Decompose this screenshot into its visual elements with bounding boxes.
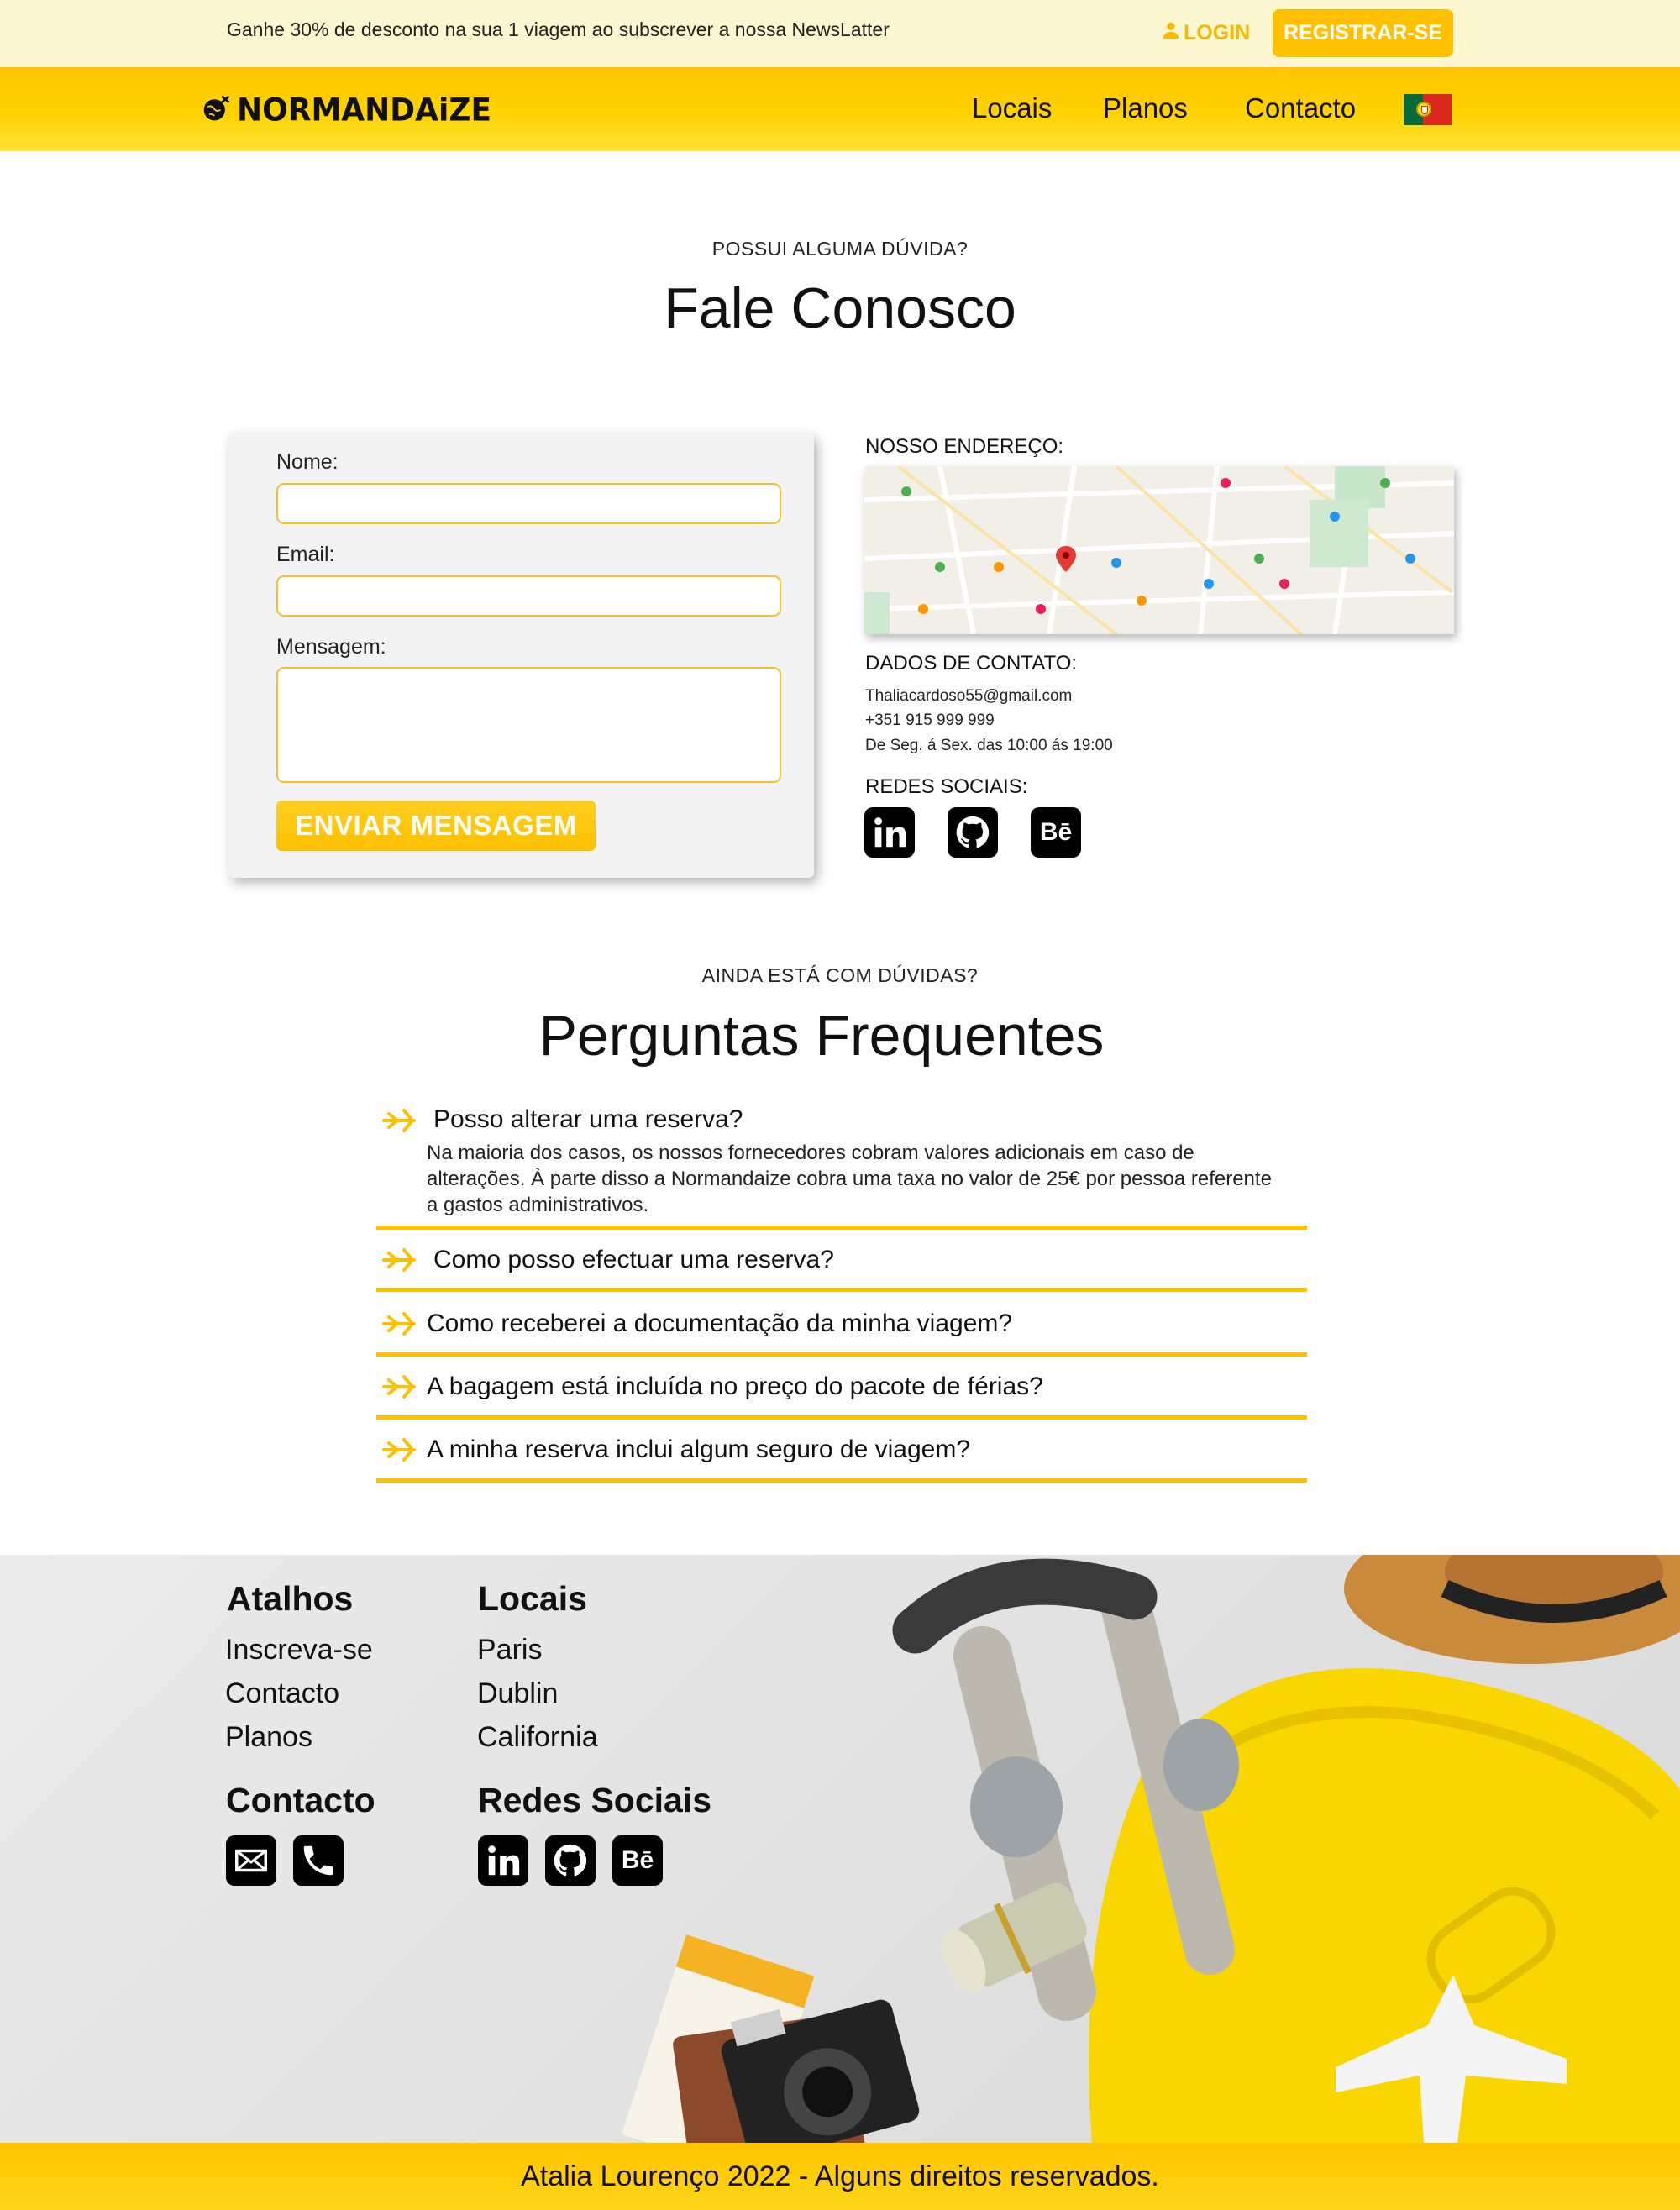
footer-places-title: Locais xyxy=(478,1579,587,1618)
faq-title: Perguntas Frequentes xyxy=(538,1004,1105,1068)
send-message-button[interactable]: ENVIAR MENSAGEM xyxy=(276,801,596,851)
nav-link-planos[interactable]: Planos xyxy=(1103,92,1188,124)
logo-globe-icon xyxy=(202,93,232,128)
contact-title: Fale Conosco xyxy=(664,276,1016,340)
copyright-text: Atalia Lourenço 2022 - Alguns direitos r… xyxy=(521,2160,1159,2192)
address-map[interactable] xyxy=(864,466,1454,634)
logo[interactable]: NORMANDAiZE xyxy=(202,92,492,129)
plane-icon xyxy=(382,1248,416,1272)
faq-divider xyxy=(376,1478,1307,1483)
contact-eyebrow: POSSUI ALGUMA DÚVIDA? xyxy=(711,238,969,260)
plane-icon xyxy=(382,1375,416,1399)
contact-email[interactable]: Thaliacardoso55@gmail.com xyxy=(865,687,1072,706)
linkedin-icon[interactable] xyxy=(478,1835,528,1886)
faq-question[interactable]: Como posso efectuar uma reserva? xyxy=(433,1246,834,1274)
login-link[interactable]: LOGIN xyxy=(1162,21,1250,45)
footer-link-contacto[interactable]: Contacto xyxy=(225,1677,339,1710)
faq-question[interactable]: Posso alterar uma reserva? xyxy=(433,1105,743,1134)
email-field[interactable] xyxy=(276,575,781,617)
faq-question[interactable]: Como receberei a documentação da minha v… xyxy=(427,1310,1012,1338)
behance-icon[interactable]: Bē xyxy=(612,1835,663,1886)
register-button[interactable]: REGISTRAR-SE xyxy=(1273,9,1453,57)
behance-icon[interactable]: Bē xyxy=(1031,807,1081,858)
plane-icon xyxy=(382,1438,416,1462)
address-label: NOSSO ENDEREÇO: xyxy=(865,435,1064,458)
footer-link-inscreva[interactable]: Inscreva-se xyxy=(225,1634,373,1667)
logo-text: NORMANDAiZE xyxy=(237,92,492,129)
name-field[interactable] xyxy=(276,483,781,524)
social-label: REDES SOCIAIS: xyxy=(865,775,1028,798)
footer-link-planos[interactable]: Planos xyxy=(225,1721,312,1754)
faq-answer: Na maioria dos casos, os nossos forneced… xyxy=(427,1142,1272,1216)
footer-link-california[interactable]: California xyxy=(477,1721,598,1754)
linkedin-icon[interactable] xyxy=(864,807,915,858)
email-label: Email: xyxy=(276,543,335,566)
footer-contact-title: Contacto xyxy=(226,1781,375,1819)
plane-icon xyxy=(382,1312,416,1336)
faq-divider xyxy=(376,1226,1307,1230)
faq-question[interactable]: A minha reserva inclui algum seguro de v… xyxy=(427,1436,970,1464)
faq-divider xyxy=(376,1415,1307,1420)
nav-link-locais[interactable]: Locais xyxy=(972,92,1052,124)
faq-divider xyxy=(376,1352,1307,1357)
travel-suitcase-illustration xyxy=(622,1555,1680,2143)
contact-social-icons: Bē xyxy=(864,807,1081,858)
footer-link-dublin[interactable]: Dublin xyxy=(477,1677,558,1710)
copyright-bar: Atalia Lourenço 2022 - Alguns direitos r… xyxy=(0,2143,1680,2210)
phone-icon[interactable] xyxy=(293,1835,344,1886)
portugal-flag-icon[interactable] xyxy=(1404,94,1452,125)
github-icon[interactable] xyxy=(948,807,998,858)
contact-hours: De Seg. á Sex. das 10:00 ás 19:00 xyxy=(865,737,1113,754)
message-label: Mensagem: xyxy=(276,635,386,659)
login-label: LOGIN xyxy=(1184,21,1251,45)
github-icon[interactable] xyxy=(545,1835,596,1886)
faq-eyebrow: AINDA ESTÁ COM DÚVIDAS? xyxy=(701,964,979,986)
footer-link-paris[interactable]: Paris xyxy=(477,1634,542,1667)
footer-contact-icons xyxy=(226,1835,344,1886)
user-icon xyxy=(1162,21,1180,45)
footer-shortcuts-title: Atalhos xyxy=(227,1579,354,1618)
footer-social-title: Redes Sociais xyxy=(478,1781,712,1819)
faq-divider xyxy=(376,1288,1307,1292)
message-field[interactable] xyxy=(276,667,781,783)
contact-data-label: DADOS DE CONTATO: xyxy=(865,652,1078,675)
promo-text: Ganhe 30% de desconto na sua 1 viagem ao… xyxy=(227,18,890,40)
plane-icon xyxy=(382,1109,416,1132)
footer-social-icons: Bē xyxy=(478,1835,663,1886)
name-label: Nome: xyxy=(276,450,339,474)
faq-question[interactable]: A bagagem está incluída no preço do paco… xyxy=(427,1373,1043,1401)
contact-phone[interactable]: +351 915 999 999 xyxy=(865,711,995,730)
mail-icon[interactable] xyxy=(226,1835,276,1886)
nav-link-contacto[interactable]: Contacto xyxy=(1245,92,1356,124)
